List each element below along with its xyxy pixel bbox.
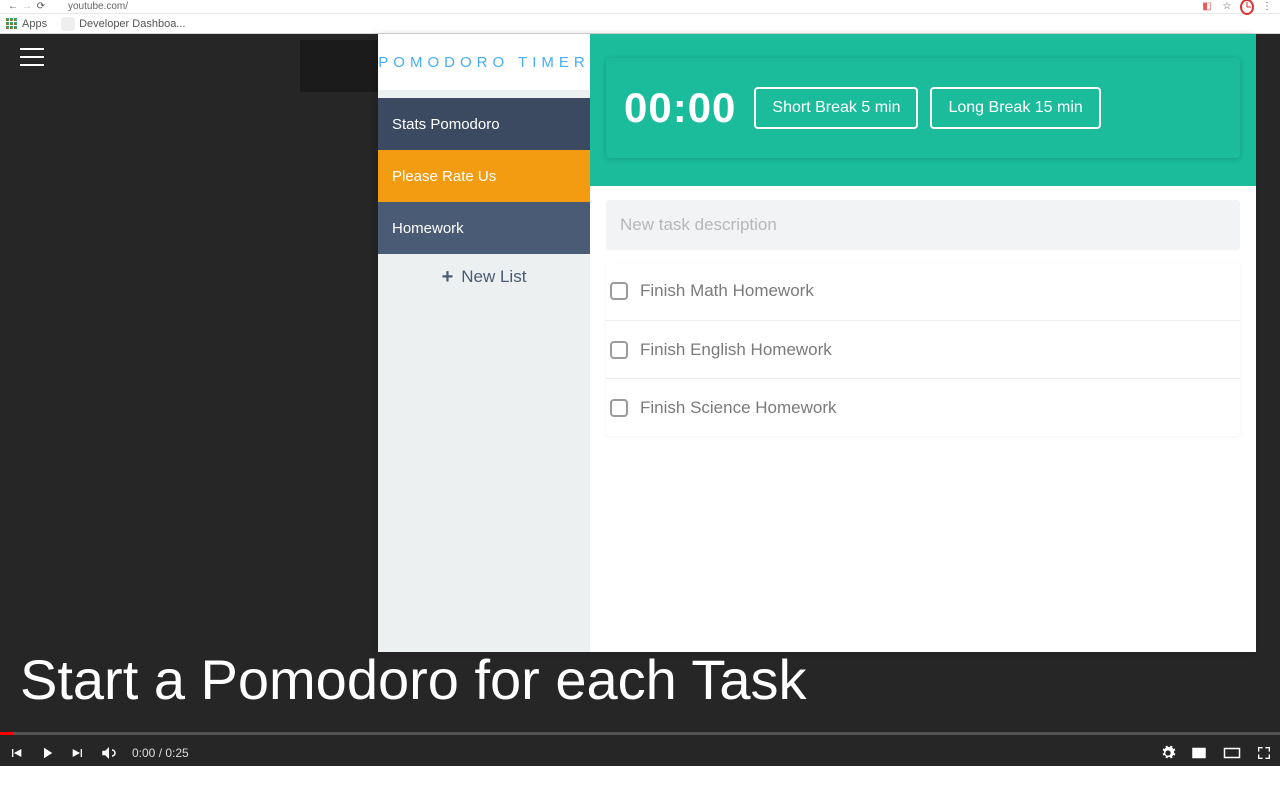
bookmark-label: Developer Dashboa... — [79, 18, 185, 30]
task-checkbox[interactable] — [610, 341, 628, 359]
theater-button[interactable] — [1222, 744, 1242, 762]
new-task-input[interactable] — [606, 200, 1240, 250]
apps-label: Apps — [22, 18, 47, 30]
bookmark-developer-dashboard[interactable]: Developer Dashboa... — [61, 17, 185, 31]
plus-icon: + — [442, 266, 454, 289]
youtube-topbar-segment — [300, 40, 378, 92]
youtube-menu-button[interactable] — [20, 48, 44, 66]
sidebar-item-rate-us[interactable]: Please Rate Us — [378, 150, 590, 202]
tasks-area: Finish Math Homework Finish English Home… — [590, 186, 1256, 652]
play-button[interactable] — [38, 744, 56, 762]
sidebar-item-stats[interactable]: Stats Pomodoro — [378, 98, 590, 150]
extension-pin-icon[interactable]: ◧ — [1200, 0, 1214, 14]
extension-title: POMODORO TIMER — [378, 34, 590, 90]
task-checkbox[interactable] — [610, 399, 628, 417]
pomodoro-extension-panel: POMODORO TIMER Stats Pomodoro Please Rat… — [378, 34, 1256, 652]
task-checkbox[interactable] — [610, 282, 628, 300]
time-total: 0:25 — [165, 746, 188, 760]
extension-main: 00:00 Short Break 5 min Long Break 15 mi… — [590, 34, 1256, 652]
bookmark-star-icon[interactable]: ☆ — [1220, 0, 1234, 14]
settings-button[interactable] — [1160, 745, 1176, 761]
browser-back-button[interactable]: ← — [6, 1, 20, 12]
task-label: Finish Science Homework — [640, 398, 837, 418]
new-list-button[interactable]: + New List — [378, 254, 590, 300]
next-button[interactable] — [70, 745, 86, 761]
browser-bookmarks-bar: Apps Developer Dashboa... — [0, 14, 1280, 34]
progress-bar[interactable] — [0, 732, 1280, 735]
browser-forward-button[interactable]: → — [20, 1, 34, 12]
sidebar-item-label: Stats Pomodoro — [392, 116, 500, 133]
previous-button[interactable] — [8, 745, 24, 761]
browser-url-bar: ← → ⟳ youtube.com/ ◧ ☆ ⋮ — [0, 0, 1280, 14]
task-row[interactable]: Finish English Homework — [606, 320, 1240, 378]
browser-menu-icon[interactable]: ⋮ — [1260, 0, 1274, 14]
sidebar-item-label: Please Rate Us — [392, 168, 496, 185]
task-list: Finish Math Homework Finish English Home… — [606, 262, 1240, 436]
timer-section: 00:00 Short Break 5 min Long Break 15 mi… — [590, 34, 1256, 186]
task-row[interactable]: Finish Math Homework — [606, 262, 1240, 320]
apps-grid-icon — [6, 18, 18, 30]
volume-button[interactable] — [100, 744, 118, 762]
short-break-button[interactable]: Short Break 5 min — [754, 87, 918, 129]
pomodoro-extension-icon[interactable] — [1240, 0, 1254, 14]
video-caption-text: Start a Pomodoro for each Task — [20, 647, 807, 712]
youtube-page: POMODORO TIMER Stats Pomodoro Please Rat… — [0, 34, 1280, 766]
time-display: 0:00 / 0:25 — [132, 746, 189, 760]
bookmark-favicon — [61, 17, 75, 31]
time-played: 0:00 — [132, 746, 155, 760]
youtube-player-controls: 0:00 / 0:25 — [0, 732, 1280, 766]
browser-url-text[interactable]: youtube.com/ — [68, 1, 128, 12]
task-label: Finish Math Homework — [640, 281, 814, 301]
task-label: Finish English Homework — [640, 340, 832, 360]
sidebar-item-label: Homework — [392, 220, 464, 237]
task-row[interactable]: Finish Science Homework — [606, 378, 1240, 436]
timer-card: 00:00 Short Break 5 min Long Break 15 mi… — [606, 58, 1240, 158]
new-list-label: New List — [461, 267, 526, 287]
browser-reload-button[interactable]: ⟳ — [34, 1, 48, 12]
miniplayer-button[interactable] — [1190, 744, 1208, 762]
long-break-button[interactable]: Long Break 15 min — [930, 87, 1100, 129]
sidebar-item-homework[interactable]: Homework — [378, 202, 590, 254]
apps-shortcut[interactable]: Apps — [6, 18, 47, 30]
timer-value: 00:00 — [624, 84, 742, 132]
extension-sidebar: POMODORO TIMER Stats Pomodoro Please Rat… — [378, 34, 590, 652]
fullscreen-button[interactable] — [1256, 745, 1272, 761]
